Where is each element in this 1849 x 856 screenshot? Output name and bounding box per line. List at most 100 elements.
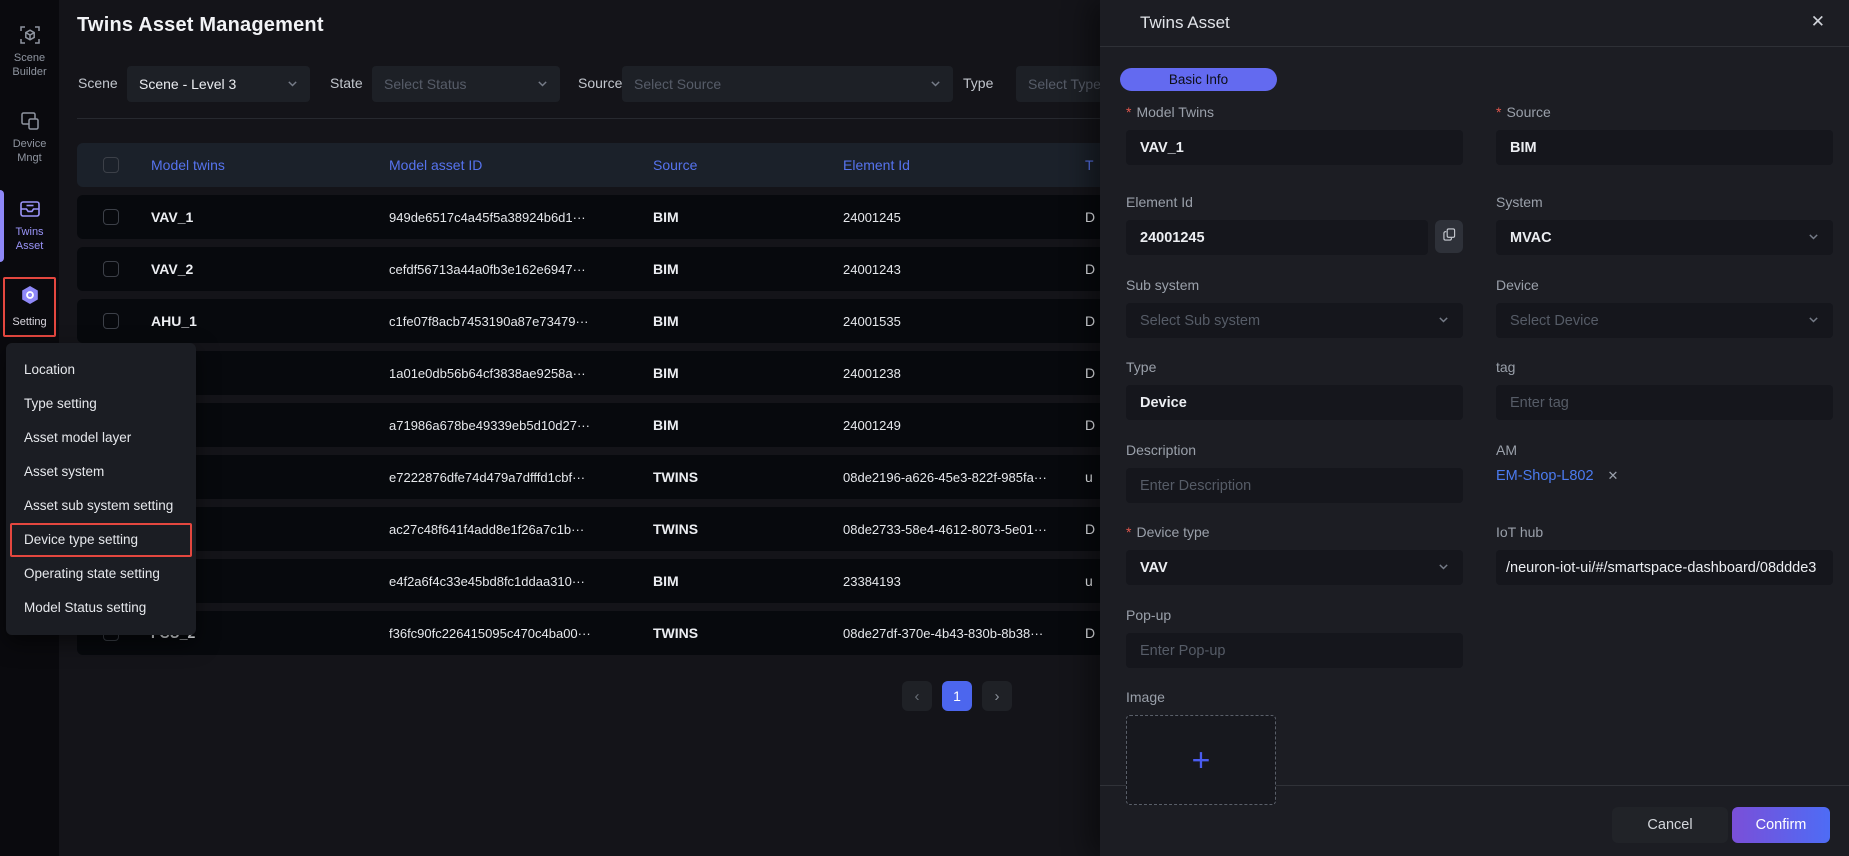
- scene-select[interactable]: Scene - Level 3: [127, 66, 310, 102]
- cell-model-asset-id: f36fc90fc226415095c470c4ba00···: [389, 626, 653, 641]
- page-1-button[interactable]: 1: [942, 681, 972, 711]
- col-header-source[interactable]: Source: [653, 157, 843, 173]
- page-title: Twins Asset Management: [77, 14, 324, 37]
- twins-asset-panel: Twins Asset ✕ Basic Info *Model Twins VA…: [1100, 0, 1849, 856]
- description-input[interactable]: Enter Description: [1126, 468, 1463, 503]
- remove-am-icon[interactable]: ✕: [1608, 468, 1619, 484]
- sub-system-select[interactable]: Select Sub system: [1126, 303, 1463, 338]
- device-select[interactable]: Select Device: [1496, 303, 1833, 338]
- next-page-button[interactable]: ›: [982, 681, 1012, 711]
- chevron-down-icon: [930, 76, 941, 92]
- chevron-down-icon: [1438, 313, 1449, 329]
- panel-header: Twins Asset ✕: [1100, 0, 1849, 47]
- cell-source: BIM: [653, 573, 843, 589]
- settings-menu: Location Type setting Asset model layer …: [6, 343, 196, 635]
- cell-model-twins: VAV_1: [151, 209, 389, 225]
- cell-source: BIM: [653, 261, 843, 277]
- field-image: Image +: [1126, 689, 1463, 805]
- cell-element-id: 24001535: [843, 314, 1085, 329]
- cell-model-asset-id: e7222876dfe74d479a7dfffd1cbf···: [389, 470, 653, 485]
- prev-page-button[interactable]: ‹: [902, 681, 932, 711]
- row-checkbox[interactable]: [103, 313, 119, 329]
- cancel-button[interactable]: Cancel: [1612, 807, 1728, 843]
- menu-item-asset-model-layer[interactable]: Asset model layer: [6, 421, 196, 455]
- sidebar-item-label: Setting: [5, 315, 54, 329]
- field-description: Description Enter Description: [1126, 442, 1463, 503]
- source-filter-label: Source: [578, 75, 622, 91]
- sidebar-item-device-mngt[interactable]: Device Mngt: [0, 110, 59, 165]
- system-select[interactable]: MVAC: [1496, 220, 1833, 255]
- tag-input[interactable]: Enter tag: [1496, 385, 1833, 420]
- cell-source: BIM: [653, 417, 843, 433]
- panel-title: Twins Asset: [1140, 13, 1230, 33]
- row-checkbox[interactable]: [103, 209, 119, 225]
- chevron-down-icon: [537, 76, 548, 92]
- field-element-id: Element Id 24001245: [1126, 194, 1463, 255]
- cell-model-asset-id: e4f2a6f4c33e45bd8fc1ddaa310···: [389, 574, 653, 589]
- scene-builder-icon: [0, 24, 59, 46]
- popup-input[interactable]: Enter Pop-up: [1126, 633, 1463, 668]
- cell-element-id: 08de2733-58e4-4612-8073-5e01···: [843, 522, 1085, 537]
- type-input[interactable]: Device: [1126, 385, 1463, 420]
- field-iot-hub: IoT hub /neuron-iot-ui/#/smartspace-dash…: [1496, 524, 1833, 585]
- cell-source: BIM: [653, 313, 843, 329]
- scene-filter-label: Scene: [78, 75, 118, 91]
- sidebar-item-label: Twins Asset: [0, 225, 59, 253]
- tab-basic-info[interactable]: Basic Info: [1120, 68, 1277, 91]
- cell-element-id: 24001245: [843, 210, 1085, 225]
- menu-item-model-status-setting[interactable]: Model Status setting: [6, 591, 196, 625]
- field-device: Device Select Device: [1496, 277, 1833, 338]
- confirm-button[interactable]: Confirm: [1732, 807, 1830, 843]
- cell-element-id: 08de2196-a626-45e3-822f-985fa···: [843, 470, 1085, 485]
- cell-model-asset-id: 949de6517c4a45f5a38924b6d1···: [389, 210, 653, 225]
- menu-item-device-type-setting[interactable]: Device type setting: [10, 523, 192, 557]
- sidebar-item-scene-builder[interactable]: Scene Builder: [0, 24, 59, 79]
- cell-source: TWINS: [653, 521, 843, 537]
- sidebar-item-setting[interactable]: Setting: [3, 277, 56, 337]
- type-filter-label: Type: [963, 75, 993, 91]
- cell-source: BIM: [653, 365, 843, 381]
- am-link[interactable]: EM-Shop-L802: [1496, 468, 1594, 484]
- field-am: AM EM-Shop-L802 ✕: [1496, 442, 1833, 484]
- col-header-element-id[interactable]: Element Id: [843, 157, 1085, 173]
- col-header-model-twins[interactable]: Model twins: [151, 157, 389, 173]
- field-sub-system: Sub system Select Sub system: [1126, 277, 1463, 338]
- menu-item-location[interactable]: Location: [6, 353, 196, 387]
- copy-button[interactable]: [1435, 220, 1463, 253]
- cell-model-asset-id: a71986a678be49339eb5d10d27···: [389, 418, 653, 433]
- row-checkbox[interactable]: [103, 261, 119, 277]
- state-filter-label: State: [330, 75, 363, 91]
- cell-element-id: 24001249: [843, 418, 1085, 433]
- select-all-checkbox[interactable]: [103, 157, 119, 173]
- source-input[interactable]: BIM: [1496, 130, 1833, 165]
- cell-source: BIM: [653, 209, 843, 225]
- device-type-select[interactable]: VAV: [1126, 550, 1463, 585]
- cell-model-asset-id: 1a01e0db56b64cf3838ae9258a···: [389, 366, 653, 381]
- menu-item-operating-state-setting[interactable]: Operating state setting: [6, 557, 196, 591]
- required-marker: *: [1126, 524, 1131, 540]
- iot-hub-input[interactable]: /neuron-iot-ui/#/smartspace-dashboard/08…: [1496, 550, 1833, 585]
- device-mngt-icon: [0, 110, 59, 132]
- setting-icon: [19, 293, 41, 310]
- model-twins-input[interactable]: VAV_1: [1126, 130, 1463, 165]
- close-icon[interactable]: ✕: [1811, 12, 1825, 32]
- source-select[interactable]: Select Source: [622, 66, 953, 102]
- menu-item-asset-system[interactable]: Asset system: [6, 455, 196, 489]
- col-header-model-asset-id[interactable]: Model asset ID: [389, 157, 653, 173]
- cell-model-asset-id: cefdf56713a44a0fb3e162e6947···: [389, 262, 653, 277]
- sidebar-item-label: Device Mngt: [0, 137, 59, 165]
- plus-icon: +: [1192, 744, 1211, 776]
- element-id-input[interactable]: 24001245: [1126, 220, 1428, 255]
- cell-source: TWINS: [653, 469, 843, 485]
- cell-element-id: 08de27df-370e-4b43-830b-8b38···: [843, 626, 1085, 641]
- sidebar-item-twins-asset[interactable]: Twins Asset: [0, 198, 59, 253]
- twins-asset-icon: [0, 198, 59, 220]
- menu-item-asset-sub-system-setting[interactable]: Asset sub system setting: [6, 489, 196, 523]
- field-device-type: *Device type VAV: [1126, 524, 1463, 585]
- cell-element-id: 23384193: [843, 574, 1085, 589]
- menu-item-type-setting[interactable]: Type setting: [6, 387, 196, 421]
- required-marker: *: [1126, 104, 1131, 120]
- field-popup: Pop-up Enter Pop-up: [1126, 607, 1463, 668]
- image-upload-box[interactable]: +: [1126, 715, 1276, 805]
- status-select[interactable]: Select Status: [372, 66, 560, 102]
